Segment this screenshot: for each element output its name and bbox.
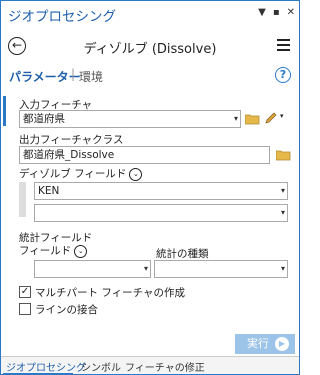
run-button-label: 実行	[247, 337, 269, 350]
chevron-down-icon[interactable]: ▾	[277, 182, 289, 200]
run-button[interactable]: 実行 ▶	[235, 334, 295, 354]
field-column-label: フィールド	[19, 245, 72, 257]
unsplit-lines-label: ラインの接合	[35, 304, 98, 316]
tab-geoprocessing[interactable]: ジオプロセシング	[6, 359, 86, 374]
field-column-header: フィールド ⌄	[19, 243, 88, 258]
pin-icon[interactable]: ▪	[273, 7, 280, 19]
tab-separator: |	[71, 67, 76, 81]
geoprocessing-pane: ジオプロセシング ▼ ▪ ✕ ← ディゾルブ (Dissolve) パラメーター…	[0, 0, 300, 375]
dissolve-field-select-empty[interactable]	[34, 204, 288, 222]
output-feature-class-label: 出力フィーチャクラス	[19, 134, 124, 146]
tool-title: ディゾルブ (Dissolve)	[83, 42, 217, 57]
folder-icon[interactable]	[276, 149, 291, 161]
collapse-chevron-icon[interactable]: ⌄	[129, 167, 143, 181]
chevron-down-icon[interactable]: ▾	[277, 260, 289, 278]
tab-modify-features[interactable]: フィーチャの修正	[125, 359, 205, 374]
close-icon[interactable]: ✕	[287, 7, 295, 19]
chevron-down-icon[interactable]: ▾	[277, 204, 289, 222]
dropdown-icon[interactable]: ▼	[258, 7, 266, 19]
list-scroll-bar	[19, 182, 26, 217]
required-marker	[3, 96, 6, 126]
pencil-dropdown-icon[interactable]: ▾	[280, 112, 284, 120]
title-bar-controls: ▼ ▪ ✕	[258, 7, 295, 19]
multipart-label: マルチパート フィーチャの作成	[35, 287, 186, 299]
output-feature-class-field[interactable]: 都道府県_Dissolve	[19, 146, 270, 164]
chevron-down-icon[interactable]: ▾	[230, 110, 242, 128]
pencil-icon[interactable]	[264, 111, 278, 125]
menu-icon[interactable]	[277, 39, 290, 51]
dissolve-field-select[interactable]: KEN	[34, 182, 288, 200]
help-icon[interactable]: ?	[275, 67, 291, 83]
statistic-type-select[interactable]	[154, 260, 288, 278]
statistics-field-select[interactable]	[34, 260, 151, 278]
collapse-chevron-icon[interactable]: ⌄	[74, 244, 88, 258]
pane-title: ジオプロセシング	[8, 9, 116, 25]
title-bar: ジオプロセシング ▼ ▪ ✕	[1, 1, 299, 27]
multipart-checkbox[interactable]: ✓	[19, 286, 31, 298]
tab-environments[interactable]: 環境	[79, 68, 103, 85]
folder-icon[interactable]	[245, 113, 260, 125]
bottom-tab-bar: ジオプロセシング シンボル フィーチャの修正	[1, 356, 299, 375]
tab-parameters[interactable]: パラメーター	[9, 68, 81, 85]
chevron-down-icon[interactable]: ▾	[140, 260, 152, 278]
statistic-type-label: 統計の種類	[156, 248, 209, 260]
play-icon: ▶	[275, 337, 289, 351]
unsplit-lines-checkbox[interactable]	[19, 303, 31, 315]
dissolve-field-header: ディゾルブ フィールド ⌄	[19, 166, 143, 181]
tab-symbology[interactable]: シンボル	[81, 359, 121, 374]
input-features-select[interactable]: 都道府県	[19, 110, 241, 128]
dissolve-field-label: ディゾルブ フィールド	[19, 168, 127, 180]
